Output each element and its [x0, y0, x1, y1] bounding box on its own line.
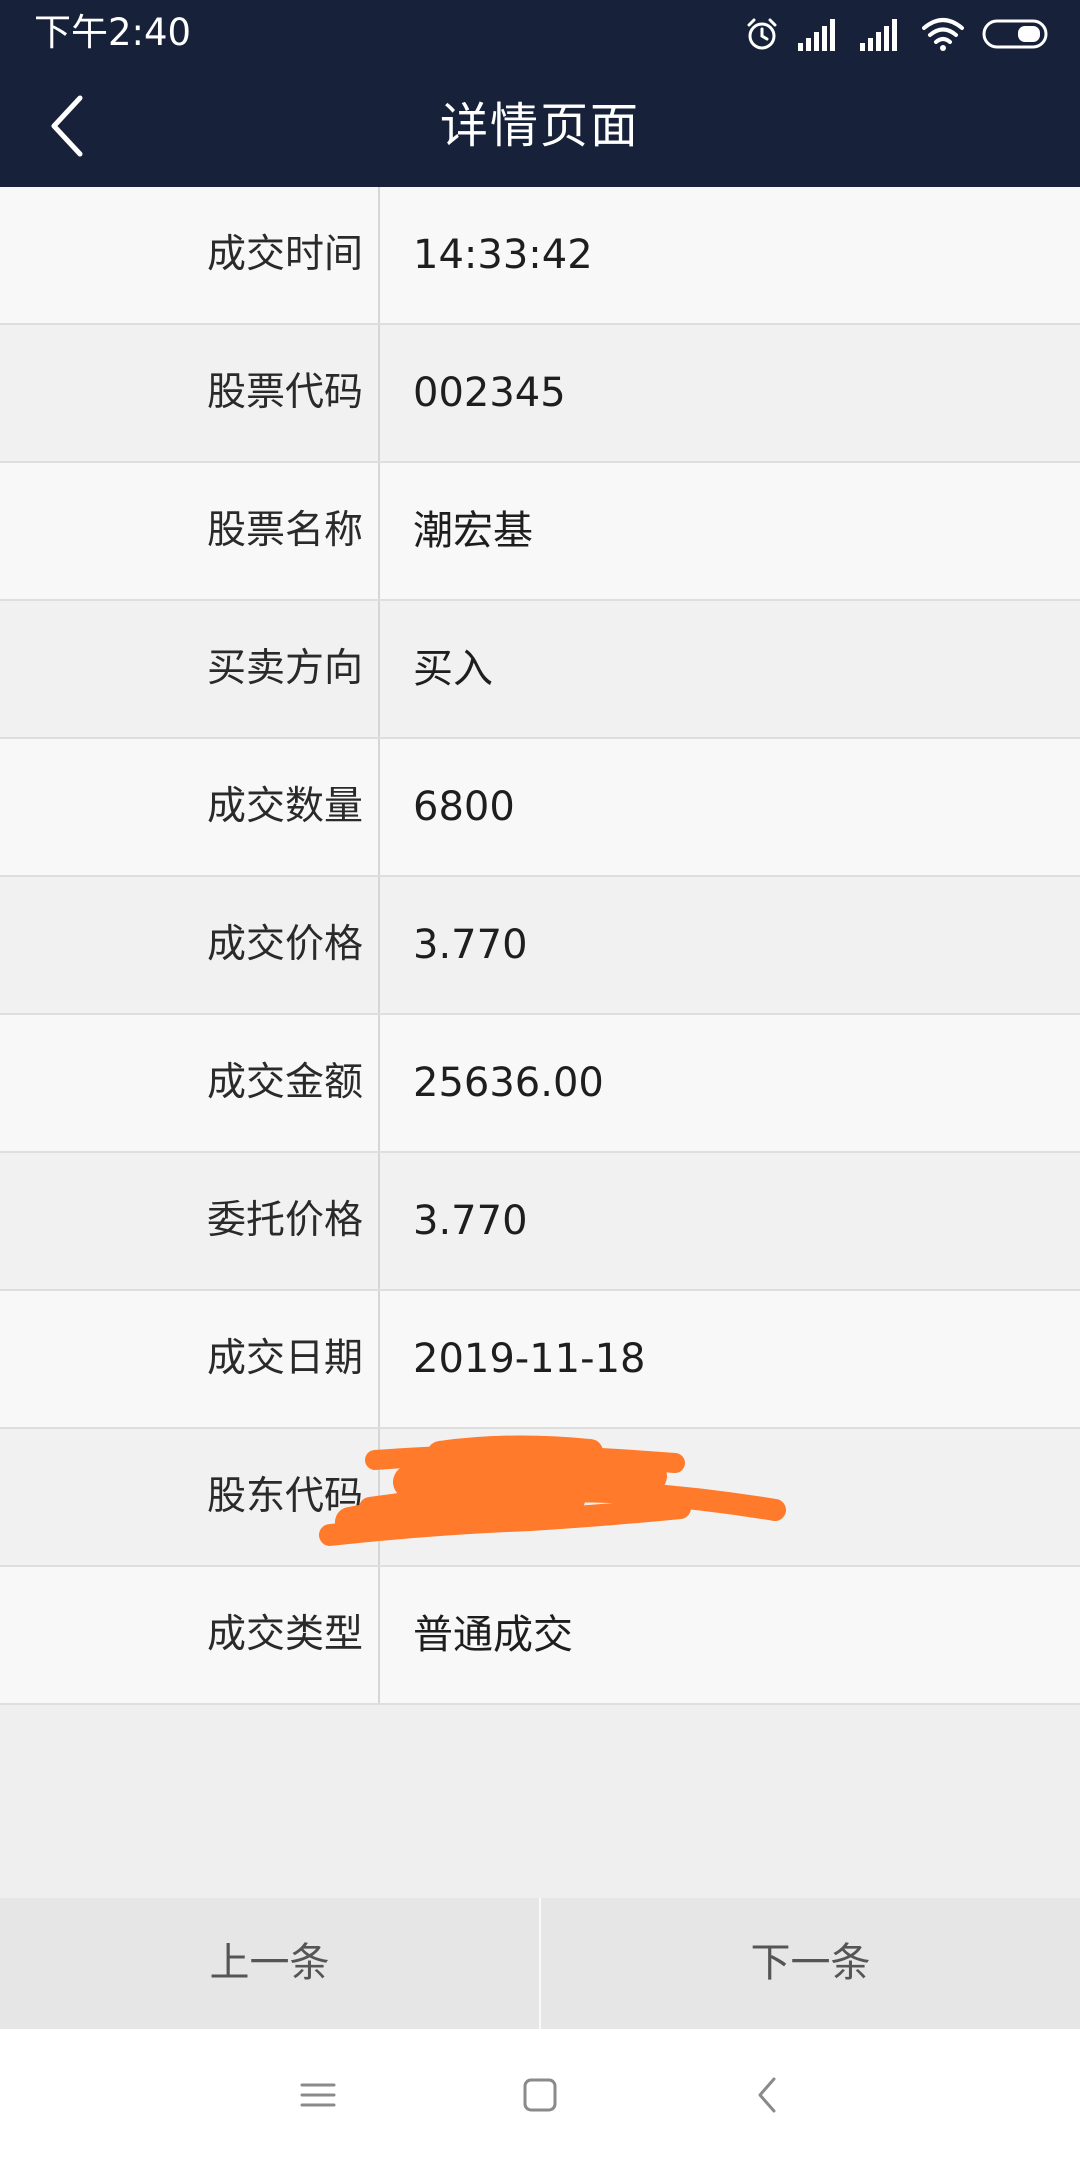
detail-row: 股票代码 002345: [0, 325, 1080, 463]
menu-icon: [300, 2083, 336, 2107]
detail-row: 股票名称 潮宏基: [0, 463, 1080, 601]
detail-list: 成交时间 14:33:42 股票代码 002345 股票名称 潮宏基 买卖方向 …: [0, 187, 1080, 1705]
detail-value: [380, 1429, 1080, 1565]
detail-label: 成交时间: [0, 187, 380, 323]
signal-icon: [798, 19, 835, 51]
detail-row: 股东代码: [0, 1429, 1080, 1567]
detail-value: 25636.00: [413, 1060, 604, 1106]
detail-value: 潮宏基: [413, 508, 533, 554]
status-icons: [744, 12, 1050, 56]
detail-row: 委托价格 3.770: [0, 1153, 1080, 1291]
detail-label: 股东代码: [0, 1429, 380, 1565]
detail-value: 买入: [413, 646, 493, 692]
system-back-button[interactable]: [736, 2063, 800, 2127]
detail-label: 买卖方向: [0, 601, 380, 737]
header: 详情页面: [0, 66, 1080, 187]
detail-label: 成交价格: [0, 877, 380, 1013]
detail-row: 成交金额 25636.00: [0, 1015, 1080, 1153]
detail-label: 成交类型: [0, 1567, 380, 1703]
pagination-bar: 上一条 下一条: [0, 1898, 1080, 2029]
signal-icon: [860, 19, 897, 51]
detail-row: 成交价格 3.770: [0, 877, 1080, 1015]
status-time: 下午2:40: [34, 11, 192, 54]
home-square-icon: [523, 2078, 557, 2112]
status-bar: 下午2:40: [0, 0, 1080, 66]
wifi-icon: [922, 18, 964, 51]
detail-label: 成交金额: [0, 1015, 380, 1151]
back-arrow-icon: [758, 2077, 776, 2113]
detail-value: 6800: [413, 784, 515, 830]
next-button[interactable]: 下一条: [541, 1898, 1080, 2029]
detail-label: 成交日期: [0, 1291, 380, 1427]
detail-label: 股票名称: [0, 463, 380, 599]
system-nav-bar: [0, 2029, 1080, 2160]
alarm-icon: [747, 18, 777, 50]
detail-row: 成交时间 14:33:42: [0, 187, 1080, 325]
page-title: 详情页面: [439, 98, 640, 154]
detail-row: 成交数量 6800: [0, 739, 1080, 877]
detail-value: 14:33:42: [413, 232, 593, 278]
detail-value: 002345: [413, 370, 566, 416]
detail-value: 普通成交: [413, 1612, 573, 1658]
detail-label: 成交数量: [0, 739, 380, 875]
detail-row: 成交日期 2019-11-18: [0, 1291, 1080, 1429]
battery-icon: [982, 19, 1048, 49]
detail-value: 3.770: [413, 1198, 528, 1244]
home-button[interactable]: [508, 2063, 572, 2127]
detail-row: 买卖方向 买入: [0, 601, 1080, 739]
menu-button[interactable]: [286, 2063, 350, 2127]
detail-value: 2019-11-18: [413, 1336, 646, 1382]
detail-label: 委托价格: [0, 1153, 380, 1289]
detail-row: 成交类型 普通成交: [0, 1567, 1080, 1705]
detail-value: 3.770: [413, 922, 528, 968]
detail-label: 股票代码: [0, 325, 380, 461]
previous-button[interactable]: 上一条: [0, 1898, 539, 2029]
